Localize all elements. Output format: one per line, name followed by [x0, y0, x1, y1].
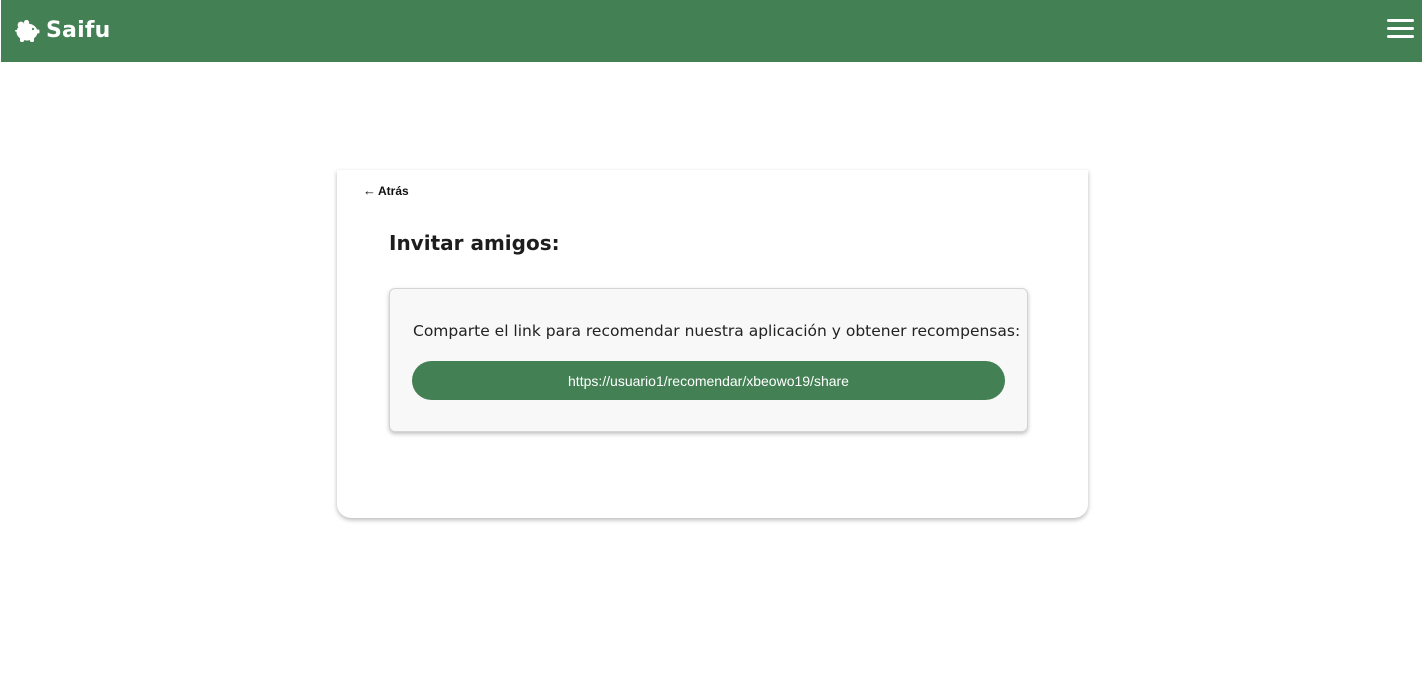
page-title: Invitar amigos: — [389, 231, 560, 255]
piggy-bank-icon — [14, 17, 40, 43]
back-link[interactable]: ← Atrás — [363, 183, 409, 198]
arrow-left-icon: ← — [363, 183, 376, 198]
top-navbar: Saifu — [1, 0, 1422, 62]
menu-line — [1387, 35, 1414, 38]
hamburger-menu-icon[interactable] — [1387, 17, 1414, 41]
back-label: Atrás — [378, 183, 409, 198]
brand-logo[interactable]: Saifu — [14, 14, 110, 46]
share-link-button[interactable]: https://usuario1/recomendar/xbeowo19/sha… — [412, 361, 1005, 400]
app-name: Saifu — [46, 17, 111, 43]
share-panel: Comparte el link para recomendar nuestra… — [389, 288, 1028, 432]
share-description: Comparte el link para recomendar nuestra… — [413, 322, 1021, 340]
menu-line — [1387, 27, 1414, 30]
invite-card: ← Atrás Invitar amigos: Comparte el link… — [337, 170, 1088, 518]
menu-line — [1387, 19, 1414, 22]
